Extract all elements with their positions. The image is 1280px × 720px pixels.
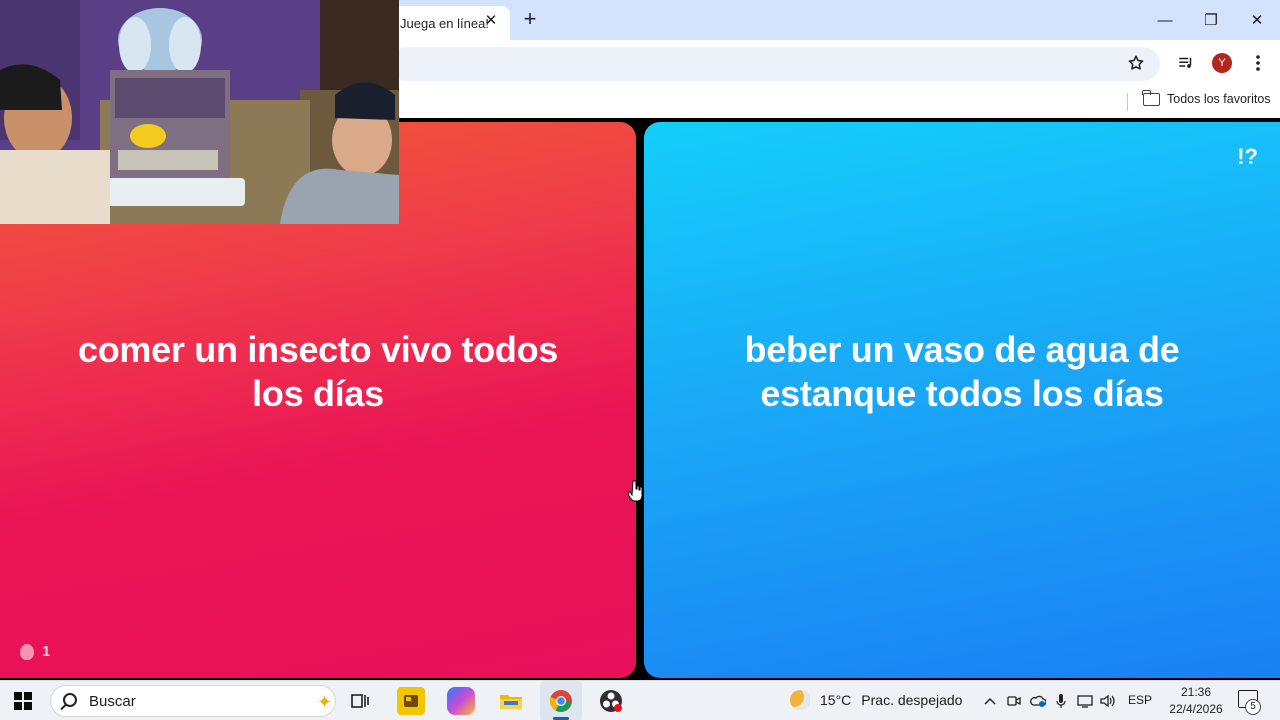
task-view-icon[interactable] [346, 687, 374, 715]
network-icon[interactable] [1076, 692, 1094, 710]
microphone-icon[interactable] [1052, 692, 1070, 710]
option-right-text: beber un vaso de agua de estanque todos … [744, 329, 1180, 414]
weather-temp: 15°C [820, 692, 852, 708]
star-icon[interactable] [1125, 52, 1147, 74]
copilot-icon[interactable] [447, 687, 475, 715]
menu-icon[interactable] [1247, 52, 1269, 74]
webcam-image [0, 0, 399, 224]
chevron-up-icon[interactable] [981, 692, 999, 710]
sparkle-icon: ✦ [317, 692, 333, 712]
moon-cloud-icon [790, 690, 810, 710]
mouse-cursor-icon [627, 480, 644, 507]
language-indicator[interactable]: ESP [1128, 693, 1152, 707]
taskbar-search[interactable]: Buscar ✦ [50, 685, 336, 717]
bookmarks-divider [1127, 93, 1128, 111]
option-right-card[interactable]: beber un vaso de agua de estanque todos … [644, 122, 1280, 678]
notification-badge: 5 [1245, 699, 1261, 715]
meet-now-icon[interactable] [1005, 692, 1023, 710]
media-control-icon[interactable] [1175, 52, 1197, 74]
search-icon [63, 693, 77, 707]
clock-date: 22/4/2026 [1169, 702, 1223, 716]
close-window-button[interactable]: ✕ [1234, 0, 1280, 40]
windows-taskbar: Buscar ✦ 15°C Prac. despejado ESP 21:36 … [0, 680, 1280, 720]
volume-icon[interactable] [1099, 692, 1117, 710]
chrome-icon[interactable] [547, 687, 575, 715]
tab-title: Juega en línea! [400, 15, 489, 31]
new-tab-button[interactable]: + [518, 8, 542, 32]
flame-icon [20, 643, 34, 660]
obs-icon[interactable] [597, 687, 625, 715]
all-bookmarks-button[interactable]: Todos los favoritos [1142, 89, 1271, 106]
screen: Juega en línea! ✕ + — ❐ ✕ Y Todos los fa… [0, 0, 1280, 720]
profile-avatar[interactable]: Y [1212, 53, 1232, 73]
onedrive-icon[interactable] [1029, 692, 1047, 710]
weather-widget[interactable]: 15°C Prac. despejado [790, 690, 962, 710]
restore-button[interactable]: ❐ [1188, 0, 1234, 40]
question-mark-icon[interactable]: !? [1237, 144, 1258, 170]
option-left-text: comer un insecto vivo todos los días [78, 329, 558, 414]
search-label: Buscar [89, 693, 136, 710]
browser-tab[interactable]: Juega en línea! ✕ [388, 6, 510, 40]
all-bookmarks-label: Todos los favoritos [1167, 92, 1271, 106]
folder-icon [1142, 89, 1160, 106]
likes-counter: 1 [20, 643, 50, 660]
likes-count: 1 [42, 643, 51, 660]
weather-desc: Prac. despejado [861, 692, 963, 708]
address-bar[interactable] [390, 47, 1160, 81]
clock-time: 21:36 [1180, 685, 1212, 699]
file-explorer-icon[interactable] [497, 687, 525, 715]
minimize-button[interactable]: — [1142, 0, 1188, 40]
webcam-overlay [0, 0, 399, 224]
tab-close-icon[interactable]: ✕ [482, 12, 500, 30]
windows-start-icon[interactable] [14, 692, 32, 710]
widgets-app-icon[interactable] [397, 687, 425, 715]
clock[interactable]: 21:36 22/4/2026 [1164, 684, 1228, 718]
